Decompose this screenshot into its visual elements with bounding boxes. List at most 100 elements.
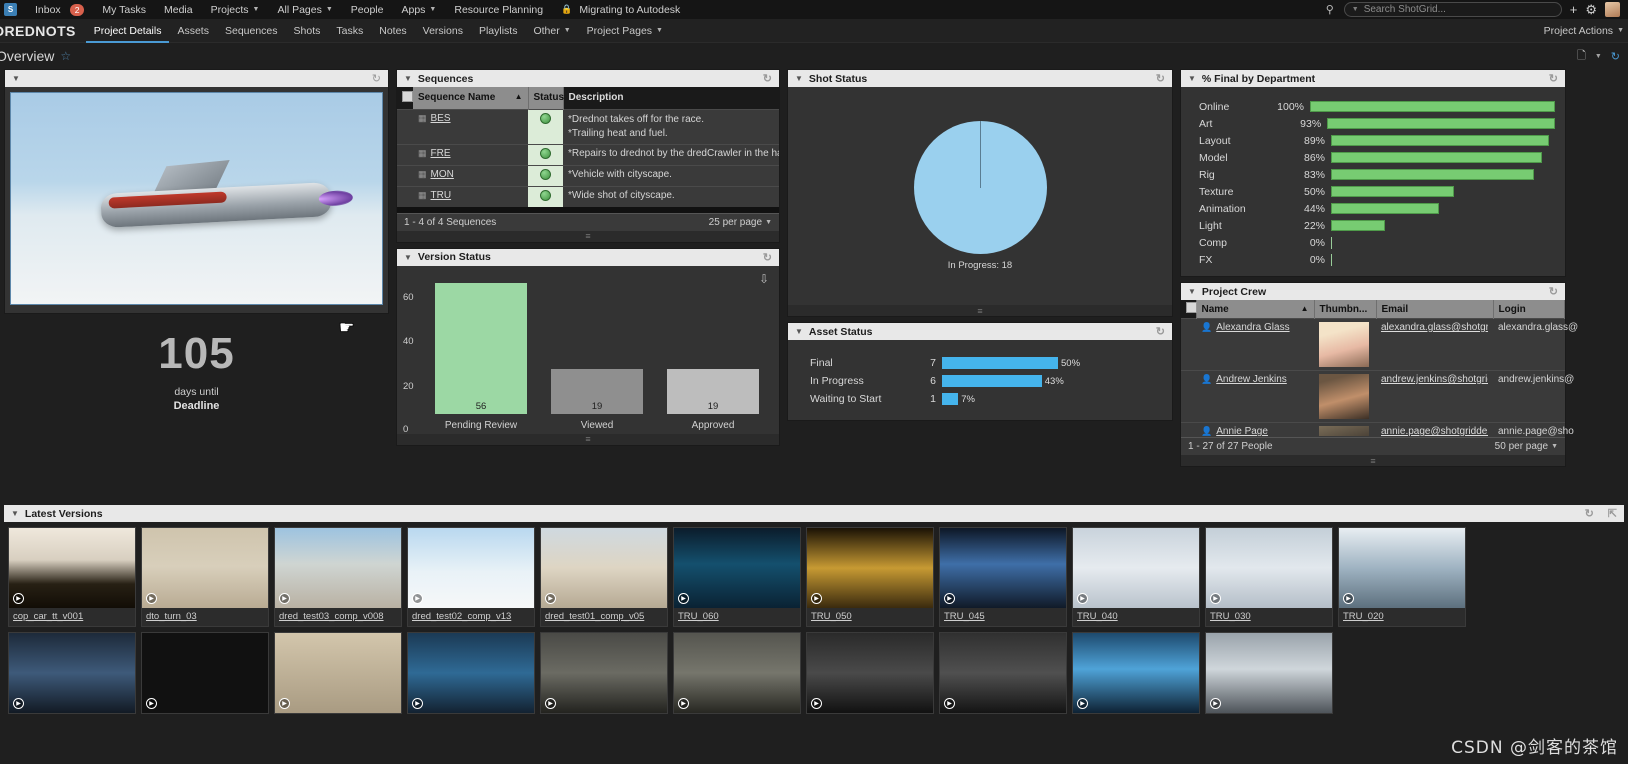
version-thumbnail[interactable]: ▶ [275, 633, 401, 713]
play-icon[interactable]: ▶ [545, 698, 556, 709]
tab-shots[interactable]: Shots [286, 19, 329, 43]
version-card[interactable]: ▶ dto_turn_03 [141, 527, 269, 627]
version-card[interactable]: ▶ [673, 632, 801, 714]
collapse-chevron-icon[interactable]: ▼ [1188, 287, 1196, 296]
version-thumbnail[interactable]: ▶ [674, 633, 800, 713]
version-thumbnail[interactable]: ▶ [1206, 633, 1332, 713]
version-name-link[interactable]: dto_turn_03 [142, 608, 268, 626]
nav-item-migrating-to-autodesk[interactable]: 🔒 Migrating to Autodesk [552, 4, 689, 16]
version-card[interactable]: ▶ TRU_040 [1072, 527, 1200, 627]
play-icon[interactable]: ▶ [146, 593, 157, 604]
asset-status-row-inprogress[interactable]: In Progress 6 43% [810, 372, 1160, 390]
nav-item-inbox[interactable]: Inbox 2 [26, 3, 93, 16]
gear-icon[interactable]: ⚙ [1585, 3, 1597, 16]
row-status-cell[interactable] [528, 143, 563, 165]
crew-row-name[interactable]: 👤 Andrew Jenkins [1196, 370, 1314, 423]
bar-viewed[interactable]: 19 [551, 369, 643, 414]
version-thumbnail[interactable]: ▶ [1073, 633, 1199, 713]
crew-col-email[interactable]: Email [1376, 300, 1494, 319]
version-thumbnail[interactable]: ▶ [142, 528, 268, 608]
version-card[interactable]: ▶ cop_car_tt_v001 [8, 527, 136, 627]
download-icon[interactable]: ⇩ [759, 272, 769, 286]
play-icon[interactable]: ▶ [13, 698, 24, 709]
row-checkbox-cell[interactable] [397, 108, 413, 144]
row-checkbox-cell[interactable] [397, 143, 413, 165]
nav-item-projects[interactable]: Projects ▼ [202, 4, 269, 16]
crew-row-email[interactable]: annie.page@shotgriddemo.co... [1376, 422, 1493, 437]
sequence-name-link[interactable]: BES [431, 113, 451, 124]
version-card[interactable]: ▶ TRU_030 [1205, 527, 1333, 627]
crew-row-email[interactable]: andrew.jenkins@shotgriddem... [1376, 370, 1493, 423]
play-icon[interactable]: ▶ [944, 698, 955, 709]
refresh-icon[interactable]: ↻ [1156, 72, 1165, 85]
crew-col-thumbnail[interactable]: Thumbn... [1314, 300, 1377, 319]
sequence-name-link[interactable]: FRE [431, 148, 451, 159]
version-card[interactable]: ▶ TRU_020 [1338, 527, 1466, 627]
page-document-icon[interactable]: 🗋 [1577, 47, 1586, 66]
play-icon[interactable]: ▶ [279, 593, 290, 604]
project-actions-button[interactable]: Project Actions ▼ [1544, 25, 1628, 37]
version-card[interactable]: ▶ [939, 632, 1067, 714]
crew-select-all-checkbox[interactable] [1186, 302, 1197, 313]
crew-name-link[interactable]: Alexandra Glass [1216, 322, 1289, 333]
version-thumbnail[interactable]: ▶ [541, 633, 667, 713]
version-thumbnail[interactable]: ▶ [940, 528, 1066, 608]
table-row[interactable]: ▦ BES *Drednot takes off for the race. *T… [397, 108, 779, 144]
version-thumbnail[interactable]: ▶ [940, 633, 1066, 713]
select-all-header[interactable] [397, 87, 413, 109]
favorite-star-icon[interactable]: ☆ [60, 49, 71, 63]
play-icon[interactable]: ▶ [678, 593, 689, 604]
tab-tasks[interactable]: Tasks [328, 19, 371, 43]
dept-row-rig[interactable]: Rig 83% [1199, 166, 1555, 183]
collapse-chevron-icon[interactable]: ▼ [795, 74, 803, 83]
table-row[interactable]: 👤Alexandra Glass alexandra.glass@shotgri… [1181, 318, 1578, 371]
pie-slice-in-progress[interactable] [913, 121, 1047, 254]
play-icon[interactable]: ▶ [811, 698, 822, 709]
version-thumbnail[interactable]: ▶ [9, 633, 135, 713]
play-icon[interactable]: ▶ [678, 698, 689, 709]
collapse-chevron-icon[interactable]: ▼ [795, 327, 803, 336]
crew-row-name[interactable]: 👤 Alexandra Glass [1196, 318, 1314, 371]
version-card[interactable]: ▶ [8, 632, 136, 714]
version-thumbnail[interactable]: ▶ [1073, 528, 1199, 608]
row-status-cell[interactable] [528, 108, 563, 144]
table-row[interactable]: ▦ MON *Vehicle with cityscape. [397, 164, 779, 186]
crew-select-all-header[interactable] [1181, 300, 1197, 319]
play-icon[interactable]: ▶ [1077, 593, 1088, 604]
play-icon[interactable]: ▶ [545, 593, 556, 604]
version-name-link[interactable]: TRU_020 [1339, 608, 1465, 626]
play-icon[interactable]: ▶ [412, 593, 423, 604]
version-card[interactable]: ▶ dred_test02_comp_v13 [407, 527, 535, 627]
refresh-icon[interactable]: ↻ [1156, 325, 1165, 338]
play-icon[interactable]: ▶ [13, 593, 24, 604]
version-name-link[interactable]: TRU_045 [940, 608, 1066, 626]
refresh-icon[interactable]: ↻ [763, 72, 772, 85]
version-thumbnail[interactable]: ▶ [408, 528, 534, 608]
refresh-icon[interactable]: ↻ [763, 251, 772, 264]
version-name-link[interactable]: TRU_030 [1206, 608, 1332, 626]
sequence-name-link[interactable]: TRU [431, 190, 452, 201]
version-thumbnail[interactable]: ▶ [674, 528, 800, 608]
version-thumbnail[interactable]: ▶ [1206, 528, 1332, 608]
version-card[interactable]: ▶ dred_test03_comp_v008 [274, 527, 402, 627]
nav-item-my-tasks[interactable]: My Tasks [93, 4, 155, 16]
row-checkbox-cell[interactable] [397, 164, 413, 186]
crew-widget-resize-handle[interactable]: ≡ [1181, 455, 1565, 466]
dept-row-light[interactable]: Light 22% [1199, 217, 1555, 234]
dept-row-online[interactable]: Online 100% [1199, 98, 1555, 115]
tab-assets[interactable]: Assets [169, 19, 217, 43]
version-card[interactable]: ▶ [806, 632, 934, 714]
bar-pending-review[interactable]: 56 [435, 282, 527, 414]
dept-row-model[interactable]: Model 86% [1199, 149, 1555, 166]
row-name-cell[interactable]: ▦ BES [413, 108, 528, 144]
version-thumbnail[interactable]: ▶ [9, 528, 135, 608]
table-row[interactable]: 👤Annie Page annie.page@shotgriddemo.co..… [1181, 422, 1574, 437]
version-name-link[interactable]: TRU_060 [674, 608, 800, 626]
version-card[interactable]: ▶ dred_test01_comp_v05 [540, 527, 668, 627]
crew-row-check[interactable] [1181, 318, 1196, 371]
version-card[interactable]: ▶ TRU_045 [939, 527, 1067, 627]
version-thumbnail[interactable]: ▶ [807, 528, 933, 608]
play-icon[interactable]: ▶ [944, 593, 955, 604]
col-sequence-name[interactable]: Sequence Name ▲ [413, 87, 529, 109]
version-card[interactable]: ▶ [1072, 632, 1200, 714]
